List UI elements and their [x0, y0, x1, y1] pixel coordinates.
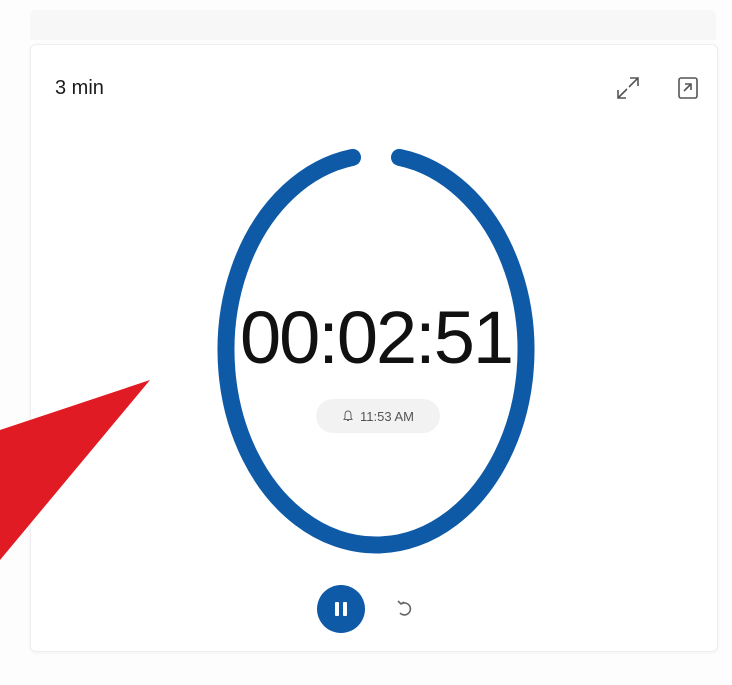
- remaining-time: 00:02:51: [239, 296, 514, 379]
- progress-ring-area: 00:02:51 11:53 AM: [211, 135, 541, 555]
- bell-icon: [343, 410, 353, 421]
- pause-icon: [335, 602, 347, 616]
- keep-on-top-button[interactable]: [671, 71, 705, 105]
- end-time-badge: 11:53 AM: [316, 399, 440, 433]
- timer-name-label: 3 min: [55, 77, 104, 99]
- reset-button[interactable]: [387, 591, 423, 627]
- red-pointer-arrow: [0, 380, 150, 560]
- end-time-text: 11:53 AM: [360, 408, 414, 424]
- keep-on-top-icon: [678, 77, 698, 99]
- timer-card: 3 min 00:02:51 11:53 AM: [30, 44, 718, 652]
- card-above-strip: [30, 10, 716, 40]
- expand-button[interactable]: [611, 71, 645, 105]
- reset-icon: [397, 600, 412, 616]
- timer-controls: [31, 585, 717, 635]
- timer-window: 3 min 00:02:51 11:53 AM: [0, 0, 732, 685]
- expand-icon: [617, 77, 639, 99]
- pause-button[interactable]: [317, 585, 365, 633]
